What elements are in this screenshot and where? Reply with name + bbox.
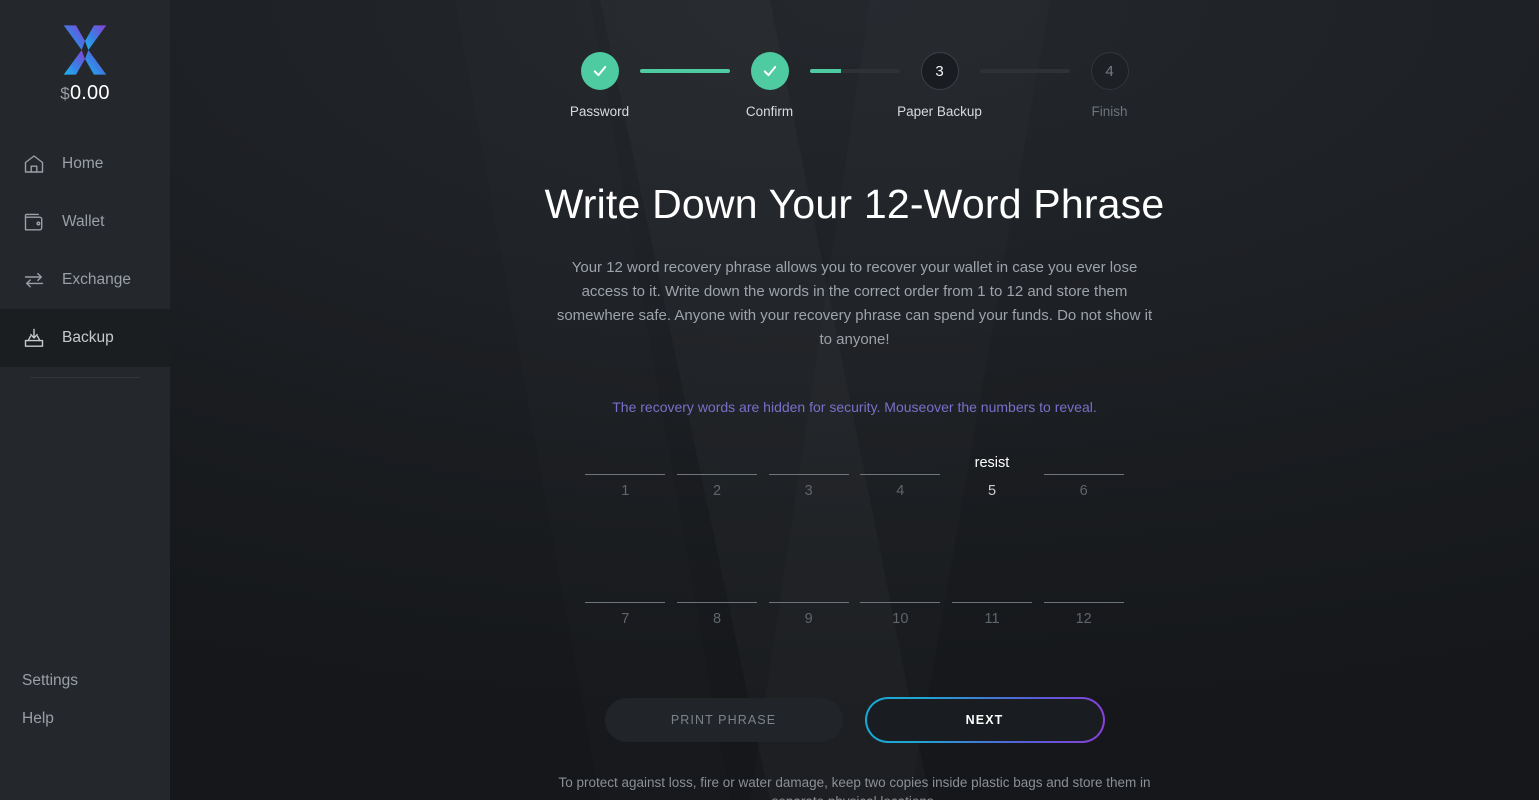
word-slot[interactable]: 10 [859, 581, 941, 627]
step-connector-1 [639, 69, 730, 73]
balance-amount: 0.00 [69, 82, 110, 104]
word-slot[interactable]: 3 [768, 453, 850, 499]
word-number: 7 [621, 611, 630, 627]
word-rule [1043, 602, 1124, 603]
wallet-icon [24, 213, 43, 231]
sidebar-item-backup[interactable]: Backup [0, 309, 170, 367]
word-value: resist [974, 455, 1010, 471]
next-button-label: NEXT [866, 699, 1103, 741]
sidebar-item-exchange[interactable]: Exchange [0, 251, 170, 309]
sidebar-bottom-nav: Settings Help [0, 672, 170, 800]
step-label: Confirm [745, 104, 794, 119]
word-number: 5 [987, 483, 997, 499]
word-slot[interactable]: 12 [1043, 581, 1125, 627]
page-description: Your 12 word recovery phrase allows you … [556, 259, 1153, 348]
recovery-phrase-grid: 1 2 3 4 resist 5 6 7 8 9 10 11 12 [585, 453, 1125, 627]
sidebar-item-wallet[interactable]: Wallet [0, 193, 170, 251]
sidebar-item-label: Backup [62, 329, 114, 346]
word-number: 3 [804, 483, 813, 499]
word-rule [585, 602, 666, 603]
step-marker [580, 52, 619, 90]
word-slot[interactable]: 8 [676, 581, 758, 627]
word-rule [768, 474, 849, 475]
word-slot[interactable]: 4 [859, 453, 941, 499]
word-number: 10 [892, 611, 909, 627]
step-marker: 4 [1090, 52, 1129, 90]
word-rule [860, 602, 941, 603]
word-rule [951, 602, 1032, 603]
word-slot[interactable]: 7 [585, 581, 667, 627]
step-label: Password [569, 104, 630, 119]
progress-stepper: Password Confirm 3 Paper Backup 4 Finish [560, 52, 1150, 119]
word-slot[interactable]: 2 [676, 453, 758, 499]
print-phrase-button[interactable]: PRINT PHRASE [604, 698, 843, 742]
footnote: To protect against loss, fire or water d… [558, 775, 1151, 800]
sidebar-item-home[interactable]: Home [0, 135, 170, 193]
sidebar-item-help[interactable]: Help [0, 710, 170, 728]
word-rule [860, 474, 941, 475]
word-rule [768, 602, 849, 603]
sidebar-item-settings[interactable]: Settings [0, 672, 170, 690]
step-marker: 3 [920, 52, 959, 90]
balance: $0.00 [60, 82, 109, 105]
step-connector-2 [809, 69, 900, 73]
sidebar-item-label: Home [62, 155, 104, 172]
word-number: 2 [712, 483, 722, 499]
step-label: Paper Backup [897, 104, 982, 119]
step-confirm[interactable]: Confirm [730, 52, 810, 119]
sidebar: $0.00 Home Wallet Exchange Backup Settin… [0, 0, 170, 800]
step-paper-backup[interactable]: 3 Paper Backup [897, 52, 982, 119]
brand-block: $0.00 [0, 0, 170, 105]
step-finish[interactable]: 4 Finish [1070, 52, 1150, 119]
page-title: Write Down Your 12-Word Phrase [544, 181, 1165, 227]
word-number: 8 [712, 611, 722, 627]
action-buttons: PRINT PHRASE NEXT [604, 697, 1105, 743]
word-slot[interactable]: 9 [768, 581, 850, 627]
step-marker [750, 52, 789, 90]
step-label: Finish [1091, 104, 1128, 119]
word-number: 11 [984, 611, 1000, 627]
step-password[interactable]: Password [560, 52, 640, 119]
sidebar-item-label: Exchange [62, 271, 131, 288]
reveal-hint: The recovery words are hidden for securi… [612, 399, 1097, 415]
word-number: 9 [804, 611, 813, 627]
word-slot[interactable]: resist 5 [951, 453, 1033, 499]
sidebar-nav: Home Wallet Exchange Backup [0, 135, 170, 378]
word-rule [676, 602, 757, 603]
word-slot[interactable]: 1 [585, 453, 667, 499]
word-rule [585, 474, 666, 475]
sidebar-item-label: Wallet [62, 213, 105, 230]
word-number: 12 [1075, 611, 1092, 627]
next-button[interactable]: NEXT [864, 697, 1105, 743]
word-number: 6 [1079, 483, 1088, 499]
balance-currency: $ [60, 84, 70, 103]
check-icon [593, 65, 606, 77]
home-icon [24, 155, 44, 173]
check-icon [763, 65, 776, 77]
word-slot[interactable]: 11 [951, 581, 1033, 627]
app-window: $0.00 Home Wallet Exchange Backup Settin… [0, 0, 1539, 800]
word-rule [1043, 474, 1124, 475]
exchange-icon [24, 272, 44, 288]
word-slot[interactable]: 6 [1043, 453, 1125, 499]
word-number: 1 [621, 483, 630, 499]
word-number: 4 [896, 483, 905, 499]
sidebar-item-label: Settings [22, 672, 79, 689]
main-panel: Password Confirm 3 Paper Backup 4 Finish… [170, 0, 1539, 800]
sidebar-item-label: Help [22, 710, 54, 727]
step-connector-3 [979, 69, 1070, 73]
word-rule [676, 474, 757, 475]
main-content: Password Confirm 3 Paper Backup 4 Finish… [170, 0, 1539, 800]
exodus-x-logo-icon [63, 25, 107, 75]
backup-icon [24, 328, 44, 347]
